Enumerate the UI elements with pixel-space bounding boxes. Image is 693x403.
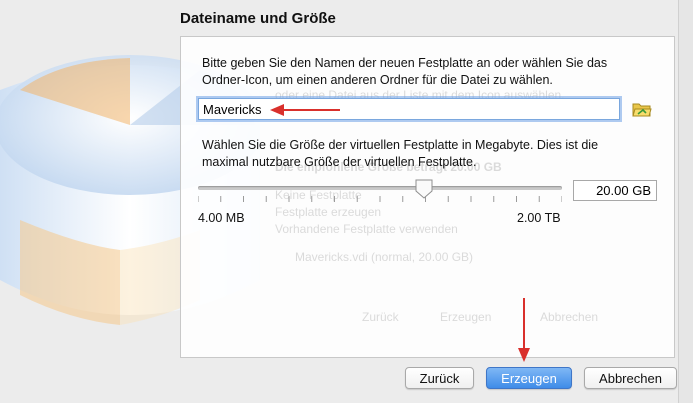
- back-button[interactable]: Zurück: [405, 367, 474, 389]
- size-input[interactable]: [573, 180, 657, 201]
- ghost-text: Mavericks.vdi (normal, 20.00 GB): [295, 250, 474, 264]
- size-description-line2: maximal nutzbare Größe der virtuellen Fe…: [202, 155, 477, 169]
- ghost-text: Vorhandene Festplatte verwenden: [275, 222, 458, 236]
- name-description-line1: Bitte geben Sie den Namen der neuen Fest…: [202, 56, 608, 70]
- create-button[interactable]: Erzeugen: [486, 367, 572, 389]
- size-slider-ticks: [198, 196, 562, 202]
- slider-max-label: 2.00 TB: [517, 211, 561, 225]
- ghost-text: Festplatte erzeugen: [275, 205, 382, 219]
- size-description-line1: Wählen Sie die Größe der virtuellen Fest…: [202, 138, 599, 152]
- folder-icon[interactable]: [632, 100, 652, 118]
- ghost-text: Erzeugen: [440, 310, 492, 324]
- file-name-input[interactable]: [198, 98, 620, 120]
- ghost-text: Abbrechen: [540, 310, 599, 324]
- size-slider-thumb[interactable]: [415, 179, 433, 199]
- slider-min-label: 4.00 MB: [198, 211, 245, 225]
- name-description-line2: Ordner-Icon, um einen anderen Ordner für…: [202, 73, 553, 87]
- dialog-title: Dateiname und Größe: [180, 10, 336, 27]
- size-slider-track[interactable]: [198, 186, 562, 190]
- cancel-button[interactable]: Abbrechen: [584, 367, 677, 389]
- window-edge: [678, 0, 693, 403]
- ghost-text: Zurück: [362, 310, 399, 324]
